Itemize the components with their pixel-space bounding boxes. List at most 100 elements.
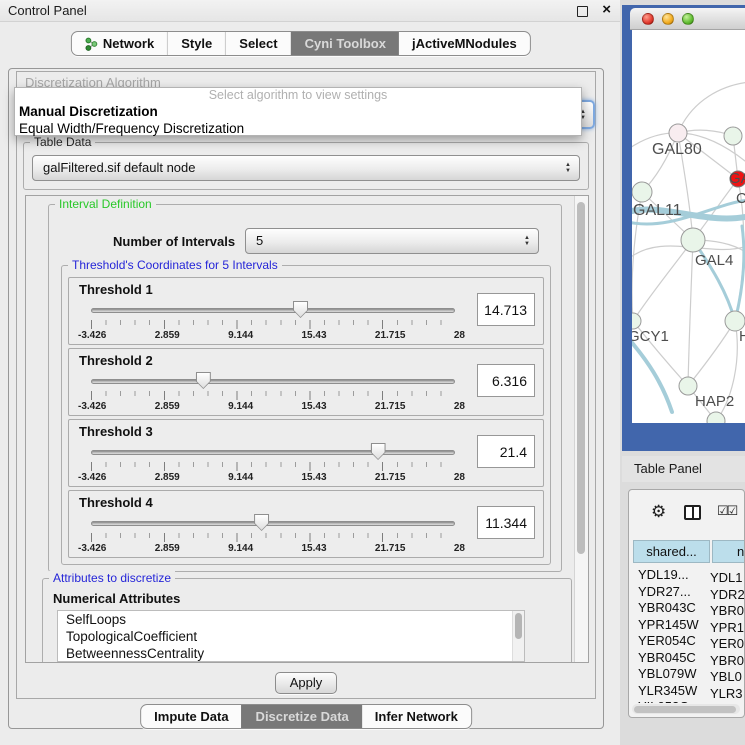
dropdown-option-equal-width-frequency[interactable]: Equal Width/Frequency Discretization: [15, 120, 581, 137]
tab-label: Impute Data: [154, 709, 228, 724]
scrollbar-thumb[interactable]: [577, 202, 585, 554]
scrollbar-thumb[interactable]: [515, 613, 522, 639]
threshold-slider[interactable]: -3.426 2.859 9.144 15.43 21.715 28: [91, 302, 455, 342]
slider-thumb[interactable]: [293, 301, 308, 318]
table-cell: YBL079W: [632, 666, 706, 681]
apply-button[interactable]: Apply: [275, 672, 337, 694]
close-icon[interactable]: ×: [602, 1, 611, 18]
threshold-value-field[interactable]: 14.713: [477, 293, 535, 326]
network-canvas[interactable]: GAL80 GA C GAL11 GAL4 GCY1 H HAP2: [632, 30, 745, 423]
table-row[interactable]: YDL19...YDL1: [632, 567, 744, 584]
window-title: Control Panel: [8, 3, 87, 18]
settings-scrollpane: Interval Definition Number of Intervals …: [25, 195, 589, 663]
float-window-icon[interactable]: [577, 6, 588, 17]
tick-label: 15.43: [302, 401, 327, 412]
tick-label: 15.43: [302, 543, 327, 554]
tab-cyni-toolbox[interactable]: Cyni Toolbox: [291, 32, 399, 55]
tick-label: 28: [454, 472, 465, 483]
tab-style[interactable]: Style: [167, 32, 225, 55]
table-cell: YBR043C: [632, 600, 706, 615]
attributes-group-title: Attributes to discretize: [49, 571, 175, 585]
tick-label: -3.426: [78, 330, 106, 341]
threshold-slider[interactable]: -3.426 2.859 9.144 15.43 21.715 28: [91, 373, 455, 413]
node-label-gal4: GAL4: [695, 252, 733, 269]
column-selector-icon[interactable]: [684, 505, 701, 520]
column-header-name[interactable]: n: [712, 540, 745, 563]
gear-icon[interactable]: ⚙: [651, 502, 666, 522]
slider-thumb[interactable]: [196, 372, 211, 389]
tab-jactivemnodules[interactable]: jActiveMNodules: [399, 32, 530, 55]
minimize-traffic-light-icon[interactable]: [662, 13, 674, 25]
table-cell: YPR145W: [632, 617, 706, 632]
table-data-group-title: Table Data: [30, 135, 95, 149]
table-row[interactable]: YLR345WYLR3: [632, 683, 744, 700]
slider-track[interactable]: [91, 308, 455, 313]
slider-track[interactable]: [91, 450, 455, 455]
tick-label: -3.426: [78, 401, 106, 412]
tab-impute-data[interactable]: Impute Data: [141, 705, 241, 728]
threshold-value-field[interactable]: 11.344: [477, 506, 535, 539]
threshold-slider[interactable]: -3.426 2.859 9.144 15.43 21.715 28: [91, 515, 455, 555]
slider-track[interactable]: [91, 379, 455, 384]
table-data-combobox[interactable]: galFiltered.sif default node: [32, 155, 580, 181]
attribute-list-item[interactable]: SelfLoops: [58, 611, 524, 628]
network-window-titlebar[interactable]: [630, 8, 745, 30]
tab-label: Discretize Data: [256, 709, 349, 724]
settings-vertical-scrollbar[interactable]: [574, 196, 588, 662]
screen: Control Panel × Network Style Select Cyn…: [0, 0, 745, 745]
column-header-shared-name[interactable]: shared...: [633, 540, 710, 563]
table-row[interactable]: YIL052CYIL0: [632, 699, 744, 703]
thresholds-group: Threshold's Coordinates for 5 Intervals …: [61, 265, 551, 565]
num-intervals-combobox[interactable]: 5: [245, 228, 539, 254]
tick-label: 2.859: [155, 401, 180, 412]
slider-tick-labels: -3.426 2.859 9.144 15.43 21.715 28: [78, 330, 465, 341]
node-label-clipped-ga: GA: [729, 170, 745, 187]
threshold-value-field[interactable]: 21.4: [477, 435, 535, 468]
tab-label: Infer Network: [375, 709, 458, 724]
table-panel: ⚙ ☑☑ shared... n YDL19...YDL1YDR27...YDR…: [628, 489, 745, 718]
tab-infer-network[interactable]: Infer Network: [362, 705, 471, 728]
table-row[interactable]: YBL079WYBL0: [632, 666, 744, 683]
node-label-clipped-h: H: [739, 328, 745, 345]
control-panel-tabbar: Network Style Select Cyni Toolbox jActiv…: [71, 31, 531, 56]
tab-discretize-data[interactable]: Discretize Data: [242, 705, 362, 728]
table-cell: YER054C: [632, 633, 706, 648]
threshold-panel: Threshold 1 -3.426 2.859 9.144 15.43 21.…: [68, 277, 544, 345]
discretization-panel: Discretization Algorithm Table Data galF…: [16, 71, 596, 699]
close-traffic-light-icon[interactable]: [642, 13, 654, 25]
attribute-list-item[interactable]: TopologicalCoefficient: [58, 628, 524, 645]
slider-thumb[interactable]: [371, 443, 386, 460]
slider-track[interactable]: [91, 521, 455, 526]
slider-ticks: [91, 391, 455, 400]
table-row[interactable]: YPR145WYPR1: [632, 617, 744, 634]
table-row[interactable]: YDR27...YDR2: [632, 584, 744, 601]
table-row[interactable]: YBR045CYBR0: [632, 650, 744, 667]
tick-label: 28: [454, 401, 465, 412]
tick-label: 21.715: [375, 330, 406, 341]
slider-thumb[interactable]: [254, 514, 269, 531]
table-panel-title: Table Panel: [634, 461, 702, 476]
tab-label: jActiveMNodules: [412, 36, 517, 51]
tab-network[interactable]: Network: [72, 32, 167, 55]
numerical-attributes-list[interactable]: SelfLoopsTopologicalCoefficientBetweenne…: [57, 610, 525, 662]
table-row[interactable]: YBR043CYBR0: [632, 600, 744, 617]
scrollbar-thumb[interactable]: [634, 706, 736, 713]
dropdown-option-manual-discretization[interactable]: Manual Discretization: [15, 103, 581, 120]
select-columns-checkboxes-icon[interactable]: ☑☑: [717, 503, 736, 519]
tick-label: 2.859: [155, 472, 180, 483]
attribute-list-item[interactable]: BetweennessCentrality: [58, 645, 524, 662]
threshold-panel: Threshold 2 -3.426 2.859 9.144 15.43 21.…: [68, 348, 544, 416]
tick-label: 21.715: [375, 472, 406, 483]
node-label-hap2: HAP2: [695, 393, 734, 410]
node-label-gal80: GAL80: [652, 141, 702, 159]
dropdown-hint: Select algorithm to view settings: [15, 88, 581, 103]
threshold-value-field[interactable]: 6.316: [477, 364, 535, 397]
threshold-slider[interactable]: -3.426 2.859 9.144 15.43 21.715 28: [91, 444, 455, 484]
window-controls: [642, 13, 694, 25]
tab-label: Select: [239, 36, 277, 51]
attributes-list-scrollbar[interactable]: [512, 611, 524, 661]
zoom-traffic-light-icon[interactable]: [682, 13, 694, 25]
table-row[interactable]: YER054CYER0: [632, 633, 744, 650]
table-horizontal-scrollbar[interactable]: [632, 704, 740, 714]
tab-select[interactable]: Select: [225, 32, 290, 55]
